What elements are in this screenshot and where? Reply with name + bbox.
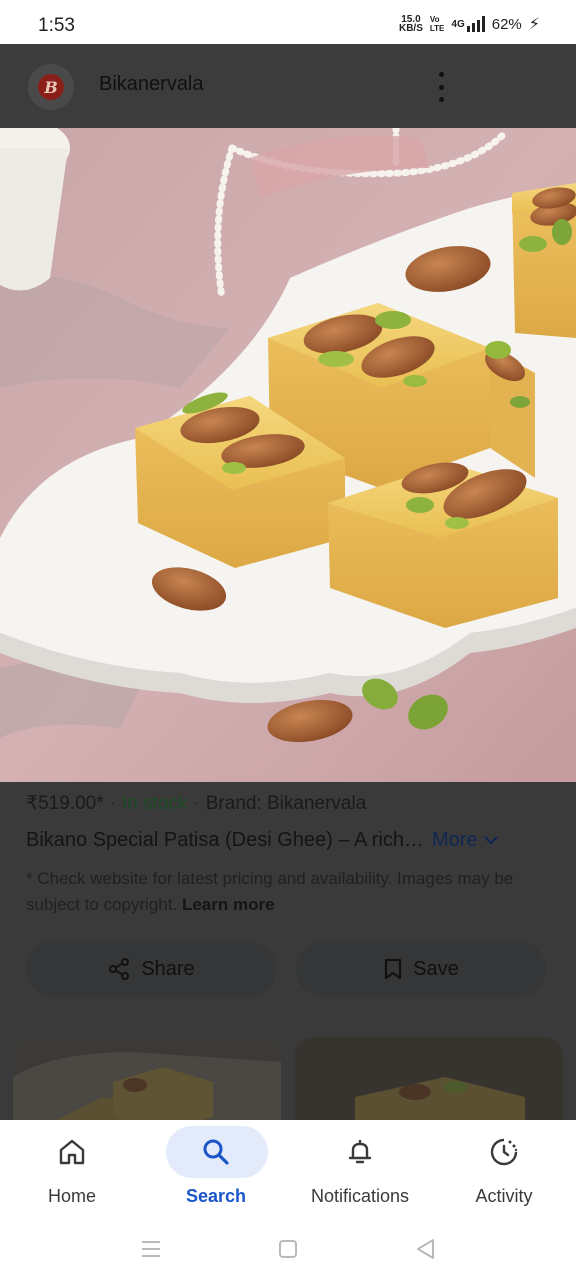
nav-notifications[interactable]: Notifications — [288, 1120, 432, 1220]
nav-activity-label: Activity — [475, 1186, 533, 1206]
price-row: ₹519.00* · In stock · Brand: Bikanervala — [26, 793, 367, 814]
stock-status: In stock — [121, 793, 188, 814]
product-title-row: Bikano Special Patisa (Desi Ghee) – A ri… — [26, 829, 556, 852]
patisa-photo — [0, 128, 576, 782]
nav-notifications-label: Notifications — [310, 1186, 410, 1206]
related-patisa-thumbnail — [13, 1037, 281, 1120]
status-indicators: 15.0 KB/S Vo LTE 4G 62% ⚡ — [399, 14, 540, 34]
battery-percent: 62% — [491, 15, 522, 33]
chevron-down-icon — [483, 836, 498, 845]
signal-icon: 4G — [451, 16, 485, 32]
search-icon — [196, 1134, 236, 1170]
top-app-bar: B Bikanervala — [0, 44, 576, 128]
status-time: 1:53 — [38, 15, 75, 36]
network-speed: 15.0 KB/S — [398, 15, 423, 34]
bikanervala-logo-icon: B — [38, 74, 64, 100]
dimmed-content: B Bikanervala ₹519.00* · In stock · Bran… — [0, 44, 576, 1120]
bottom-navigation: Home Search Notifications Activity — [0, 1120, 576, 1220]
price: ₹519.00* — [26, 793, 104, 814]
learn-more-link[interactable]: Learn more — [182, 895, 275, 914]
save-label: Save — [413, 957, 459, 980]
related-sweet-thumbnail — [295, 1037, 563, 1120]
activity-icon — [484, 1134, 524, 1170]
charging-icon: ⚡ — [528, 16, 540, 33]
product-image[interactable] — [0, 128, 576, 782]
more-vert-icon[interactable] — [434, 72, 448, 102]
nav-search[interactable]: Search — [144, 1120, 288, 1220]
site-logo[interactable]: B — [28, 64, 74, 110]
disclaimer: * Check website for latest pricing and a… — [26, 866, 546, 918]
bookmark-icon — [385, 958, 402, 980]
related-image-card[interactable] — [295, 1037, 563, 1120]
recents-icon[interactable] — [136, 1234, 166, 1264]
share-label: Share — [141, 957, 195, 980]
share-button[interactable]: Share — [26, 941, 276, 997]
save-button[interactable]: Save — [296, 941, 546, 997]
share-icon — [109, 958, 130, 980]
brand: Brand: Bikanervala — [205, 793, 367, 814]
site-name[interactable]: Bikanervala — [99, 73, 204, 96]
network-speed-unit: KB/S — [398, 23, 423, 34]
volte-icon: Vo LTE — [429, 15, 445, 33]
home-square-icon[interactable] — [273, 1234, 303, 1264]
bell-icon — [340, 1134, 380, 1170]
status-bar: 1:53 15.0 KB/S Vo LTE 4G 62% ⚡ — [0, 0, 576, 44]
nav-activity[interactable]: Activity — [432, 1120, 576, 1220]
home-icon — [52, 1134, 92, 1170]
related-image-card[interactable] — [13, 1037, 281, 1120]
product-title[interactable]: Bikano Special Patisa (Desi Ghee) – A ri… — [26, 829, 424, 852]
more-button[interactable]: More — [432, 829, 498, 852]
nav-home[interactable]: Home — [0, 1120, 144, 1220]
more-label: More — [431, 829, 478, 851]
system-navigation-bar — [0, 1220, 576, 1280]
nav-home-label: Home — [47, 1186, 96, 1206]
nav-search-label: Search — [185, 1186, 247, 1206]
back-triangle-icon[interactable] — [410, 1234, 440, 1264]
